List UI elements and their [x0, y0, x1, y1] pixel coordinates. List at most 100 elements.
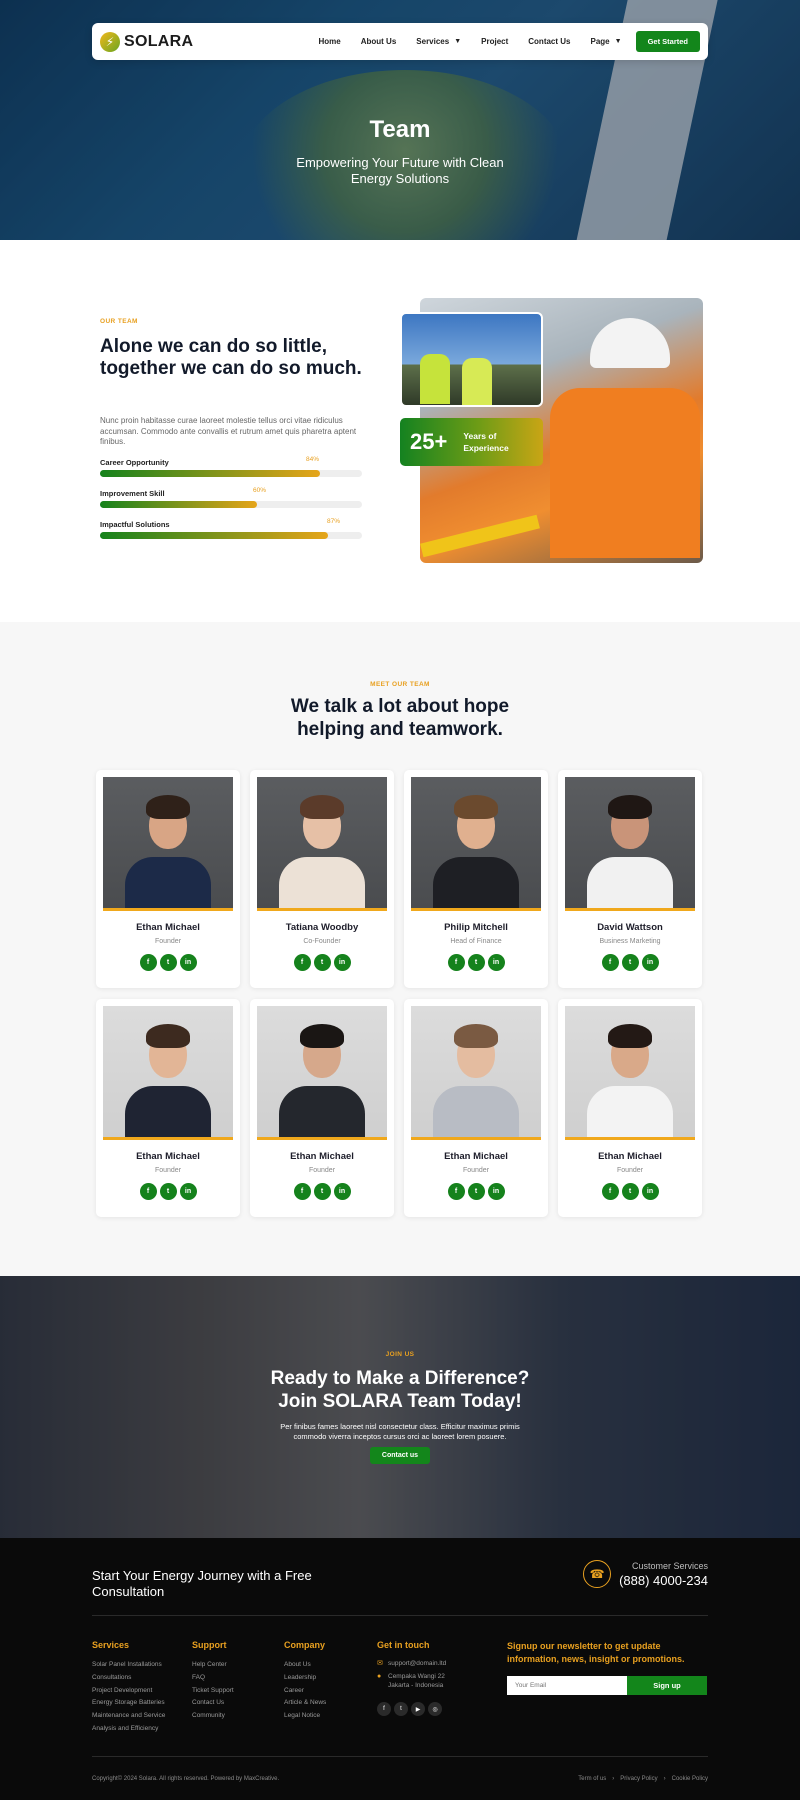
- facebook-icon[interactable]: f: [139, 954, 157, 971]
- footer-col-title: Company: [284, 1640, 326, 1650]
- footer-link[interactable]: About Us: [284, 1659, 326, 1672]
- location-pin-icon: ●: [377, 1673, 382, 1680]
- footer-link[interactable]: Solar Panel Installations: [92, 1659, 165, 1672]
- email-field[interactable]: [507, 1676, 627, 1695]
- bolt-icon: ⚡: [100, 31, 120, 52]
- team-member-card: Ethan Michael Founder f t in: [404, 999, 548, 1217]
- nav-project[interactable]: Project: [481, 37, 508, 46]
- legal-privacy-link[interactable]: Privacy Policy: [620, 1776, 657, 1782]
- photo-torso: [433, 1086, 519, 1137]
- experience-label: Years of Experience: [463, 431, 509, 453]
- twitter-icon[interactable]: t: [159, 954, 177, 971]
- instagram-icon[interactable]: ◎: [428, 1702, 442, 1716]
- cta-text: Per finibus fames laoreet nisl consectet…: [0, 1422, 800, 1442]
- photo-hair: [300, 795, 344, 819]
- progress-fill: [100, 501, 258, 508]
- member-socials: f t in: [103, 1183, 233, 1200]
- footer-link[interactable]: Energy Storage Batteries: [92, 1697, 165, 1710]
- legal-cookie-link[interactable]: Cookie Policy: [672, 1776, 708, 1782]
- footer-link[interactable]: Legal Notice: [284, 1710, 326, 1723]
- page-title: Team: [369, 116, 431, 143]
- youtube-icon[interactable]: ▶: [411, 1702, 425, 1716]
- twitter-icon[interactable]: t: [159, 1183, 177, 1200]
- newsletter-form: Sign up: [507, 1676, 707, 1695]
- nav-home[interactable]: Home: [318, 37, 340, 46]
- member-role: Head of Finance: [450, 938, 502, 945]
- facebook-icon[interactable]: f: [447, 954, 465, 971]
- nav-services[interactable]: Services ▼: [416, 37, 461, 46]
- footer-link[interactable]: Ticket Support: [192, 1685, 234, 1698]
- member-socials: f t in: [103, 954, 233, 971]
- member-socials: f t in: [257, 954, 387, 971]
- nav-menu: Home About Us Services ▼ Project Contact …: [298, 31, 700, 52]
- twitter-icon[interactable]: t: [621, 954, 639, 971]
- progress-track: [100, 501, 362, 508]
- photo-torso: [433, 857, 519, 908]
- member-photo: [257, 777, 387, 911]
- hero-subtitle-line2: Energy Solutions: [350, 171, 450, 186]
- footer-link[interactable]: Leadership: [284, 1672, 326, 1685]
- facebook-icon[interactable]: f: [293, 954, 311, 971]
- cta-title-line2: Join SOLARA Team Today!: [278, 1391, 522, 1412]
- worker-shape: [420, 354, 450, 404]
- twitter-icon[interactable]: t: [313, 954, 331, 971]
- team-title: We talk a lot about hope helping and tea…: [0, 695, 800, 741]
- logo[interactable]: ⚡ SOLARA: [100, 31, 193, 52]
- linkedin-icon[interactable]: in: [487, 954, 505, 971]
- footer-link[interactable]: Analysis and Efficiency: [92, 1723, 165, 1736]
- linkedin-icon[interactable]: in: [333, 954, 351, 971]
- footer-link[interactable]: Career: [284, 1685, 326, 1698]
- footer-link[interactable]: Article & News: [284, 1697, 326, 1710]
- facebook-icon[interactable]: f: [139, 1183, 157, 1200]
- member-socials: f t in: [257, 1183, 387, 1200]
- member-socials: f t in: [565, 954, 695, 971]
- linkedin-icon[interactable]: in: [641, 954, 659, 971]
- helmet-shape: [590, 318, 670, 368]
- photo-hair: [608, 795, 652, 819]
- twitter-icon[interactable]: t: [313, 1183, 331, 1200]
- twitter-icon[interactable]: t: [467, 954, 485, 971]
- facebook-icon[interactable]: f: [377, 1702, 391, 1716]
- get-started-button[interactable]: Get Started: [635, 31, 700, 52]
- facebook-icon[interactable]: f: [293, 1183, 311, 1200]
- facebook-icon[interactable]: f: [601, 1183, 619, 1200]
- twitter-icon[interactable]: t: [467, 1183, 485, 1200]
- nav-page[interactable]: Page ▼: [591, 37, 622, 46]
- customer-services[interactable]: ☎ Customer Services (888) 4000-234: [583, 1560, 708, 1588]
- photo-hair: [454, 795, 498, 819]
- nav-about-us[interactable]: About Us: [361, 37, 397, 46]
- contact-us-button[interactable]: Contact us: [370, 1447, 430, 1464]
- footer-divider: [92, 1615, 708, 1616]
- member-socials: f t in: [411, 954, 541, 971]
- team-member-card: Philip Mitchell Head of Finance f t in: [404, 770, 548, 988]
- footer-link[interactable]: Consultations: [92, 1672, 165, 1685]
- twitter-icon[interactable]: t: [621, 1183, 639, 1200]
- skill-percent: 60%: [253, 487, 267, 494]
- linkedin-icon[interactable]: in: [179, 954, 197, 971]
- linkedin-icon[interactable]: in: [333, 1183, 351, 1200]
- footer-link[interactable]: Community: [192, 1710, 234, 1723]
- member-name: Ethan Michael: [136, 1151, 200, 1162]
- nav-contact-us[interactable]: Contact Us: [528, 37, 570, 46]
- skill-bar-impactful: Impactful Solutions 87%: [100, 518, 362, 549]
- about-eyebrow: OUR TEAM: [100, 318, 138, 325]
- footer-link[interactable]: Project Development: [92, 1685, 165, 1698]
- sign-up-button[interactable]: Sign up: [627, 1676, 707, 1695]
- footer-link[interactable]: Help Center: [192, 1659, 234, 1672]
- facebook-icon[interactable]: f: [447, 1183, 465, 1200]
- linkedin-icon[interactable]: in: [641, 1183, 659, 1200]
- facebook-icon[interactable]: f: [601, 954, 619, 971]
- cta-title: Ready to Make a Difference? Join SOLARA …: [0, 1367, 800, 1413]
- linkedin-icon[interactable]: in: [487, 1183, 505, 1200]
- about-text: Nunc proin habitasse curae laoreet moles…: [100, 416, 357, 446]
- linkedin-icon[interactable]: in: [179, 1183, 197, 1200]
- contact-email-text: support@domain.ltd: [388, 1660, 447, 1667]
- twitter-icon[interactable]: t: [394, 1702, 408, 1716]
- footer-link[interactable]: Contact Us: [192, 1697, 234, 1710]
- skill-label: Career Opportunity: [100, 458, 169, 467]
- legal-terms-link[interactable]: Term of us: [578, 1776, 606, 1782]
- customer-services-label: Customer Services: [631, 1560, 708, 1571]
- footer-link[interactable]: Maintenance and Service: [92, 1710, 165, 1723]
- footer-link[interactable]: FAQ: [192, 1672, 234, 1685]
- contact-email[interactable]: ✉ support@domain.ltd: [377, 1659, 446, 1668]
